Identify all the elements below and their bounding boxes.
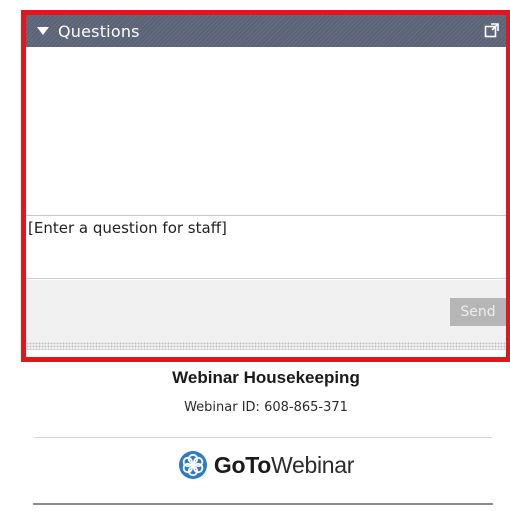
top-strip xyxy=(0,0,510,10)
footer-divider xyxy=(34,437,492,438)
brand-name: GoToWebinar xyxy=(213,451,355,478)
send-button[interactable]: Send xyxy=(450,298,506,326)
footer-title: Webinar Housekeeping xyxy=(172,368,360,387)
resize-grip[interactable] xyxy=(26,342,506,350)
brand-logo: GoToWebinar xyxy=(21,450,510,480)
questions-panel-title: Questions xyxy=(58,21,140,41)
webinar-id: Webinar ID: 608-865-371 xyxy=(184,400,348,415)
questions-panel-header[interactable]: Questions xyxy=(26,15,506,47)
footer-bottom-border xyxy=(33,503,493,505)
collapse-triangle-icon[interactable] xyxy=(37,27,49,35)
popout-icon[interactable] xyxy=(484,22,500,38)
webinar-footer: Webinar Housekeeping Webinar ID: 608-865… xyxy=(21,362,510,511)
questions-log xyxy=(26,47,506,216)
question-input[interactable] xyxy=(26,216,506,279)
flower-logo-icon xyxy=(178,451,207,479)
questions-panel: Questions Send xyxy=(21,10,510,362)
question-action-bar: Send xyxy=(26,280,506,350)
